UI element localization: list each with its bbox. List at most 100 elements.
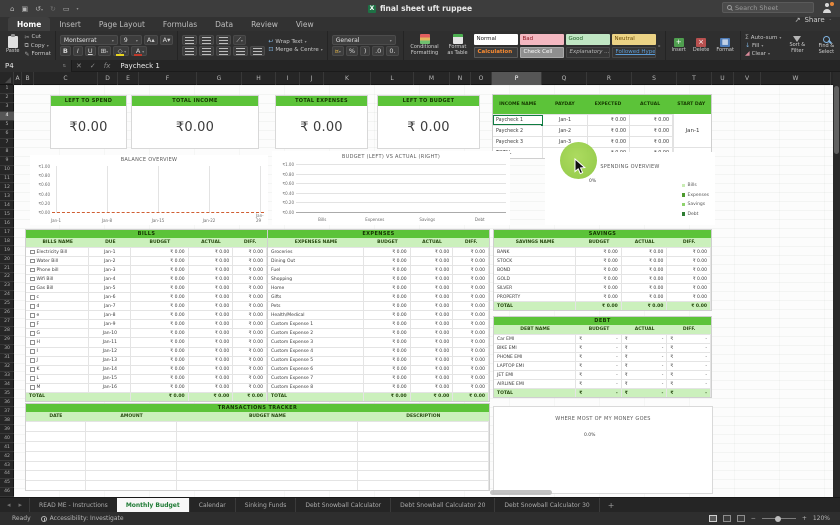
savings-table[interactable]: SAVINGSSAVINGS NAMEBUDGETACTUALDIFF.BANK… bbox=[493, 229, 712, 311]
column-header-F[interactable]: F bbox=[139, 72, 197, 85]
transactions-cell[interactable] bbox=[86, 442, 178, 451]
bill-checkbox[interactable] bbox=[30, 259, 35, 264]
debt-table-cell-money[interactable]: ₹- bbox=[667, 362, 711, 370]
transactions-row[interactable] bbox=[26, 480, 489, 490]
bills-table-cell-money[interactable]: ₹ 0.00 bbox=[233, 348, 267, 356]
transactions-cell[interactable] bbox=[26, 422, 86, 431]
debt-table-cell-money[interactable]: ₹- bbox=[667, 353, 711, 361]
savings-table-cell-money[interactable]: ₹ 0.00 bbox=[576, 293, 622, 301]
transactions-cell[interactable] bbox=[26, 442, 86, 451]
income-cell-name[interactable]: Paycheck 1 bbox=[493, 115, 543, 125]
bill-checkbox[interactable] bbox=[30, 331, 35, 336]
sheet-tab-debt-snowball-calculator-30[interactable]: Debt Snowball Calculator 30 bbox=[494, 498, 599, 512]
bills-table-cell-due[interactable]: Jan-1 bbox=[89, 248, 131, 256]
bills-table-cell-money[interactable]: ₹ 0.00 bbox=[131, 266, 189, 274]
bill-checkbox[interactable] bbox=[30, 376, 35, 381]
income-cell-expected[interactable]: ₹ 0.00 bbox=[588, 126, 630, 136]
bills-table-cell-name[interactable]: K bbox=[26, 366, 89, 374]
bills-table-cell-money[interactable]: ₹ 0.00 bbox=[131, 293, 189, 301]
bills-table-cell-money[interactable]: ₹ 0.00 bbox=[189, 338, 234, 346]
transactions-cell[interactable] bbox=[358, 462, 489, 471]
zoom-in-icon[interactable]: + bbox=[802, 515, 807, 522]
debt-table-cell-money[interactable]: ₹- bbox=[576, 353, 622, 361]
debt-table-row[interactable]: Car EMI₹-₹-₹- bbox=[494, 334, 711, 343]
sheet-tab-sinking-funds[interactable]: Sinking Funds bbox=[235, 498, 296, 512]
bills-table-cell-money[interactable]: ₹ 0.00 bbox=[189, 348, 234, 356]
transactions-cell[interactable] bbox=[177, 462, 357, 471]
bills-table-cell-money[interactable]: ₹ 0.00 bbox=[131, 366, 189, 374]
currency-format-button[interactable]: ¤▾ bbox=[332, 46, 344, 56]
bills-table-cell-money[interactable]: ₹ 0.00 bbox=[233, 266, 267, 274]
debt-table-cell-money[interactable]: ₹- bbox=[622, 380, 668, 388]
bold-button[interactable]: B bbox=[60, 46, 71, 56]
cell-style-calculation[interactable]: Calculation bbox=[474, 47, 518, 58]
prev-sheet-icon[interactable]: ◂ bbox=[7, 501, 11, 509]
bill-checkbox[interactable] bbox=[30, 322, 35, 327]
debt-table-cell-name[interactable]: AIRLINE EMI bbox=[494, 380, 576, 388]
row-header-34[interactable]: 34 bbox=[0, 380, 14, 389]
expenses-table-cell-name[interactable]: Custom Expense 1 bbox=[268, 320, 364, 328]
column-header-C[interactable]: C bbox=[34, 72, 98, 85]
page-break-view-icon[interactable] bbox=[737, 515, 745, 522]
row-header-33[interactable]: 33 bbox=[0, 372, 14, 381]
bills-table-row[interactable]: HJan-11₹ 0.00₹ 0.00₹ 0.00 bbox=[26, 337, 267, 346]
transactions-cell[interactable] bbox=[26, 432, 86, 441]
row-header-7[interactable]: 7 bbox=[0, 139, 14, 148]
row-header-15[interactable]: 15 bbox=[0, 210, 14, 219]
debt-table[interactable]: DEBTDEBT NAMEBUDGETACTUALDIFF.Car EMI₹-₹… bbox=[493, 316, 712, 398]
transactions-cell[interactable] bbox=[86, 471, 178, 480]
bills-table-cell-name[interactable]: M bbox=[26, 384, 89, 392]
column-header-O[interactable]: O bbox=[471, 72, 492, 85]
debt-table-cell-money[interactable]: ₹- bbox=[622, 335, 668, 343]
expenses-table-cell-money[interactable]: ₹ 0.00 bbox=[411, 338, 454, 346]
expenses-table-cell-money[interactable]: ₹ 0.00 bbox=[411, 248, 454, 256]
bills-table-cell-money[interactable]: ₹ 0.00 bbox=[189, 302, 234, 310]
row-header-3[interactable]: 3 bbox=[0, 103, 14, 112]
transactions-cell[interactable] bbox=[26, 481, 86, 490]
expenses-table-cell-money[interactable]: ₹ 0.00 bbox=[453, 293, 489, 301]
sheet-tab-debt-snowball-calculator-20[interactable]: Debt Snowball Calculator 20 bbox=[390, 498, 494, 512]
transactions-cell[interactable] bbox=[177, 422, 357, 431]
orientation-button[interactable]: ⟋▾ bbox=[233, 35, 246, 45]
bills-table-cell-name[interactable]: Water Bill bbox=[26, 257, 89, 265]
bills-table-cell-money[interactable]: ₹ 0.00 bbox=[233, 357, 267, 365]
column-header-V[interactable]: V bbox=[734, 72, 761, 85]
column-header-M[interactable]: M bbox=[414, 72, 450, 85]
ribbon-tab-formulas[interactable]: Formulas bbox=[154, 17, 206, 31]
debt-table-cell-money[interactable]: ₹- bbox=[667, 371, 711, 379]
column-header-L[interactable]: L bbox=[371, 72, 414, 85]
align-top-button[interactable] bbox=[182, 35, 197, 45]
column-header-T[interactable]: T bbox=[677, 72, 712, 85]
row-header-14[interactable]: 14 bbox=[0, 201, 14, 210]
expenses-table-row[interactable]: Pets₹ 0.00₹ 0.00₹ 0.00 bbox=[268, 301, 489, 310]
format-painter-button[interactable]: ✎Format bbox=[25, 51, 51, 58]
expenses-table-cell-name[interactable]: Custom Expense 5 bbox=[268, 357, 364, 365]
bills-table-cell-name[interactable]: I bbox=[26, 348, 89, 356]
savings-table-cell-money[interactable]: ₹ 0.00 bbox=[622, 266, 668, 274]
cell-style-neutral[interactable]: Neutral bbox=[612, 34, 656, 45]
row-header-40[interactable]: 40 bbox=[0, 434, 14, 443]
transactions-cell[interactable] bbox=[358, 442, 489, 451]
underline-button[interactable]: U bbox=[85, 46, 96, 56]
debt-table-cell-money[interactable]: ₹- bbox=[576, 335, 622, 343]
income-row[interactable]: Paycheck 2Jan-2₹ 0.00₹ 0.00 bbox=[493, 125, 673, 136]
column-header-B[interactable]: B bbox=[22, 72, 34, 85]
expenses-table-cell-name[interactable]: Custom Expense 6 bbox=[268, 366, 364, 374]
bills-table-cell-money[interactable]: ₹ 0.00 bbox=[131, 275, 189, 283]
expenses-table-cell-money[interactable]: ₹ 0.00 bbox=[453, 384, 489, 392]
debt-table-cell-money[interactable]: ₹- bbox=[622, 371, 668, 379]
transactions-table[interactable]: TRANSACTIONS TRACKERDATEAMOUNTBUDGET NAM… bbox=[25, 403, 490, 491]
fx-icon[interactable]: fx bbox=[104, 62, 111, 70]
bills-table-cell-money[interactable]: ₹ 0.00 bbox=[189, 275, 234, 283]
bill-checkbox[interactable] bbox=[30, 304, 35, 309]
bills-table-row[interactable]: cJan-6₹ 0.00₹ 0.00₹ 0.00 bbox=[26, 292, 267, 301]
expenses-table-row[interactable]: Shopping₹ 0.00₹ 0.00₹ 0.00 bbox=[268, 274, 489, 283]
bills-table-cell-money[interactable]: ₹ 0.00 bbox=[131, 375, 189, 383]
bills-table-row[interactable]: MJan-16₹ 0.00₹ 0.00₹ 0.00 bbox=[26, 383, 267, 392]
column-header-E[interactable]: E bbox=[118, 72, 139, 85]
zoom-slider-knob[interactable] bbox=[775, 516, 781, 522]
bills-table-cell-money[interactable]: ₹ 0.00 bbox=[131, 248, 189, 256]
column-header-N[interactable]: N bbox=[450, 72, 471, 85]
zoom-level[interactable]: 120% bbox=[813, 515, 830, 522]
bill-checkbox[interactable] bbox=[30, 367, 35, 372]
